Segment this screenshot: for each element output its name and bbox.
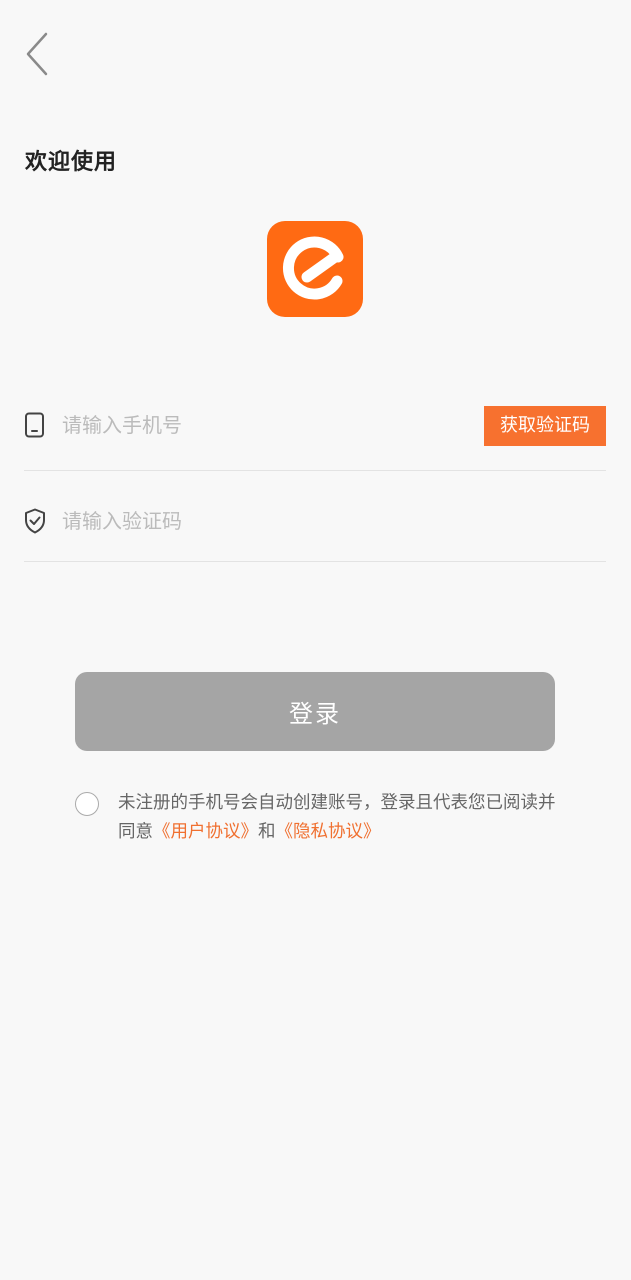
phone-icon — [24, 412, 46, 438]
get-code-button[interactable]: 获取验证码 — [484, 406, 606, 446]
app-logo — [267, 221, 363, 317]
agreement-text: 未注册的手机号会自动创建账号，登录且代表您已阅读并同意《用户协议》和《隐私协议》 — [118, 789, 558, 847]
app-e-logo-icon — [267, 221, 363, 317]
back-button[interactable] — [18, 28, 58, 80]
privacy-agreement-link[interactable]: 《隐私协议》 — [276, 822, 381, 842]
agreement-checkbox[interactable] — [75, 792, 99, 816]
phone-input[interactable] — [62, 410, 462, 440]
user-agreement-link[interactable]: 《用户协议》 — [153, 822, 258, 842]
chevron-left-icon — [26, 32, 48, 76]
agreement-connector: 和 — [258, 822, 276, 842]
verification-code-input[interactable] — [62, 506, 562, 536]
phone-field-row: 获取验证码 — [24, 380, 606, 471]
login-button[interactable]: 登录 — [75, 672, 555, 751]
shield-check-icon — [24, 508, 46, 534]
code-field-row — [24, 472, 606, 562]
page-title: 欢迎使用 — [25, 150, 118, 175]
